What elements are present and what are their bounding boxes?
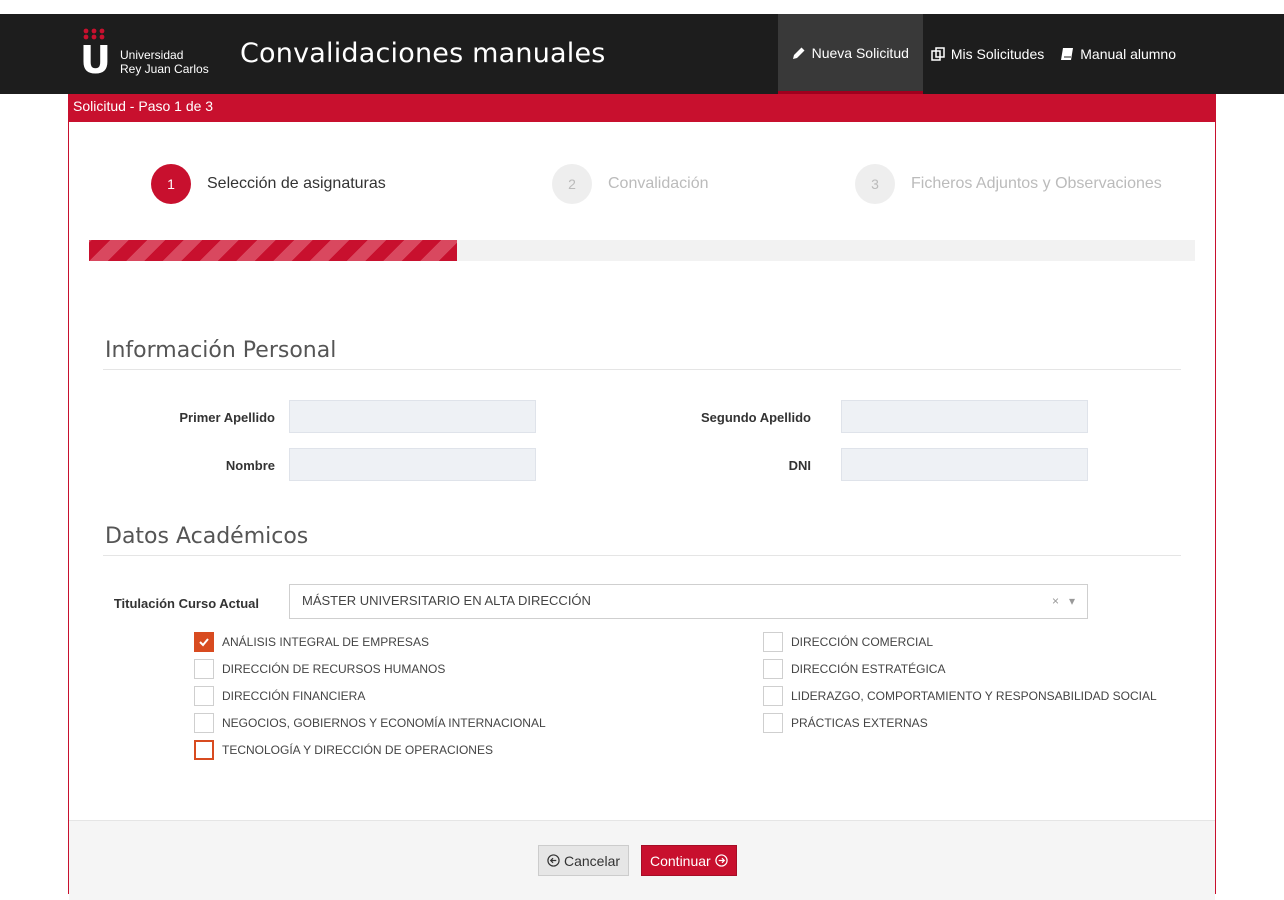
- checkbox[interactable]: [763, 686, 783, 706]
- request-panel: Solicitud - Paso 1 de 3 1 Selección de a…: [68, 94, 1216, 900]
- select-controls: × ▾: [1052, 594, 1075, 608]
- nav-mis-solicitudes[interactable]: Mis Solicitudes: [923, 14, 1052, 94]
- arrow-right-circle-icon: [715, 854, 728, 867]
- panel-footer: Cancelar Continuar: [69, 820, 1215, 900]
- main-nav: Nueva Solicitud Mis Solicitudes Manual a…: [777, 14, 1184, 94]
- checkbox[interactable]: [763, 713, 783, 733]
- logo-line-2: Rey Juan Carlos: [120, 62, 209, 76]
- nav-label: Manual alumno: [1080, 46, 1176, 62]
- logo-line-1: Universidad: [120, 48, 184, 62]
- subject-label: DIRECCIÓN DE RECURSOS HUMANOS: [222, 662, 446, 676]
- subject-checkbox-row[interactable]: NEGOCIOS, GOBIERNOS Y ECONOMÍA INTERNACI…: [194, 713, 546, 733]
- nav-manual-alumno[interactable]: Manual alumno: [1052, 14, 1184, 94]
- wizard-progress-bar: [89, 240, 1195, 261]
- arrow-left-circle-icon: [547, 854, 560, 867]
- cancel-button[interactable]: Cancelar: [538, 845, 630, 876]
- segundo-apellido-field[interactable]: [841, 400, 1088, 433]
- subject-checkbox-row[interactable]: TECNOLOGÍA Y DIRECCIÓN DE OPERACIONES: [194, 740, 493, 760]
- checkbox[interactable]: [194, 713, 214, 733]
- logo-text: Universidad Rey Juan Carlos: [120, 48, 209, 76]
- nombre-field[interactable]: [289, 448, 536, 481]
- subject-label: ANÁLISIS INTEGRAL DE EMPRESAS: [222, 635, 429, 649]
- subject-checkbox-row[interactable]: DIRECCIÓN FINANCIERA: [194, 686, 365, 706]
- checkbox[interactable]: [194, 659, 214, 679]
- subject-checkbox-row[interactable]: ANÁLISIS INTEGRAL DE EMPRESAS: [194, 632, 429, 652]
- copy-icon: [931, 47, 945, 61]
- continue-button[interactable]: Continuar: [641, 845, 737, 876]
- primer-apellido-field[interactable]: [289, 400, 536, 433]
- dni-field[interactable]: [841, 448, 1088, 481]
- checkbox[interactable]: [763, 659, 783, 679]
- checkbox-checked[interactable]: [194, 632, 214, 652]
- subject-checkbox-row[interactable]: DIRECCIÓN COMERCIAL: [763, 632, 933, 652]
- label-nombre: Nombre: [225, 458, 275, 473]
- step-3: 3 Ficheros Adjuntos y Observaciones: [855, 164, 1162, 204]
- label-dni: DNI: [788, 458, 811, 473]
- subject-label: NEGOCIOS, GOBIERNOS Y ECONOMÍA INTERNACI…: [222, 716, 546, 730]
- cancel-label: Cancelar: [564, 852, 621, 869]
- clear-icon[interactable]: ×: [1052, 594, 1059, 608]
- nav-label: Nueva Solicitud: [811, 44, 909, 61]
- subject-label: DIRECCIÓN ESTRATÉGICA: [791, 662, 946, 676]
- nav-nueva-solicitud[interactable]: Nueva Solicitud: [777, 14, 923, 94]
- university-logo[interactable]: U Universidad Rey Juan Carlos: [80, 24, 220, 84]
- pencil-icon: [792, 46, 806, 60]
- step-number: 2: [552, 164, 592, 204]
- step-number: 3: [855, 164, 895, 204]
- continue-label: Continuar: [650, 852, 711, 869]
- section-title-academic: Datos Académicos: [105, 524, 309, 549]
- logo-letter: U: [80, 38, 111, 82]
- checkbox[interactable]: [763, 632, 783, 652]
- subject-checkbox-row[interactable]: LIDERAZGO, COMPORTAMIENTO Y RESPONSABILI…: [763, 686, 1157, 706]
- label-primer-apellido: Primer Apellido: [179, 410, 275, 425]
- subject-checkbox-row[interactable]: PRÁCTICAS EXTERNAS: [763, 713, 928, 733]
- checkbox[interactable]: [194, 686, 214, 706]
- caret-down-icon[interactable]: ▾: [1069, 594, 1075, 608]
- app-title: Convalidaciones manuales: [240, 38, 606, 69]
- panel-header: Solicitud - Paso 1 de 3: [69, 94, 1215, 122]
- subject-label: LIDERAZGO, COMPORTAMIENTO Y RESPONSABILI…: [791, 689, 1157, 703]
- label-segundo-apellido: Segundo Apellido: [700, 410, 811, 425]
- label-titulacion: Titulación Curso Actual: [113, 596, 259, 611]
- titulacion-select[interactable]: MÁSTER UNIVERSITARIO EN ALTA DIRECCIÓN ×…: [289, 584, 1088, 619]
- step-label: Convalidación: [608, 175, 709, 192]
- progress-fill: [89, 240, 458, 261]
- subject-label: TECNOLOGÍA Y DIRECCIÓN DE OPERACIONES: [222, 743, 493, 757]
- checkbox[interactable]: [194, 740, 214, 760]
- subject-label: DIRECCIÓN FINANCIERA: [222, 689, 366, 703]
- checkmark-icon: [199, 638, 209, 647]
- titulacion-value: MÁSTER UNIVERSITARIO EN ALTA DIRECCIÓN: [302, 593, 591, 608]
- step-label: Ficheros Adjuntos y Observaciones: [911, 175, 1162, 192]
- divider: [103, 555, 1181, 556]
- subject-checkbox-row[interactable]: DIRECCIÓN DE RECURSOS HUMANOS: [194, 659, 445, 679]
- subject-checkbox-row[interactable]: DIRECCIÓN ESTRATÉGICA: [763, 659, 945, 679]
- section-title-personal: Información Personal: [105, 338, 337, 363]
- subject-label: DIRECCIÓN COMERCIAL: [791, 635, 934, 649]
- step-2: 2 Convalidación: [552, 164, 709, 204]
- step-number: 1: [151, 164, 191, 204]
- step-1: 1 Selección de asignaturas: [151, 164, 386, 204]
- subject-label: PRÁCTICAS EXTERNAS: [791, 716, 928, 730]
- top-navbar: U Universidad Rey Juan Carlos Convalidac…: [0, 14, 1284, 94]
- nav-label: Mis Solicitudes: [950, 46, 1045, 62]
- book-icon: [1060, 47, 1074, 61]
- divider: [103, 369, 1181, 370]
- step-label: Selección de asignaturas: [207, 175, 386, 192]
